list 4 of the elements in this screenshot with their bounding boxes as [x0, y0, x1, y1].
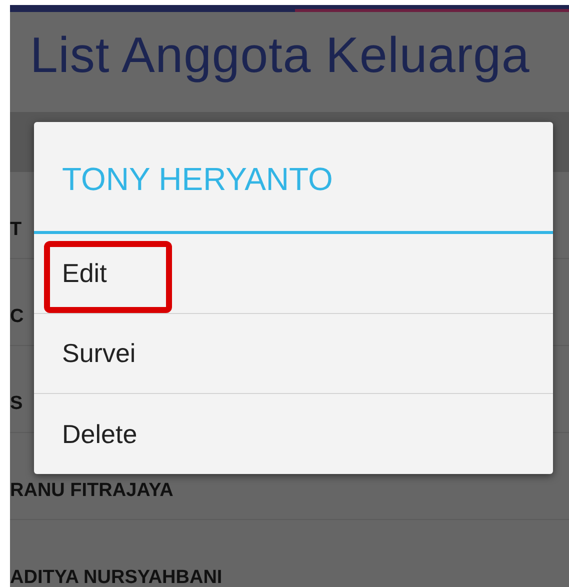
app-title: List Anggota Keluarga — [30, 26, 530, 84]
dialog-title: TONY HERYANTO — [62, 161, 333, 198]
menu-item[interactable]: Survei — [34, 314, 553, 394]
menu-item[interactable]: Edit — [34, 234, 553, 314]
